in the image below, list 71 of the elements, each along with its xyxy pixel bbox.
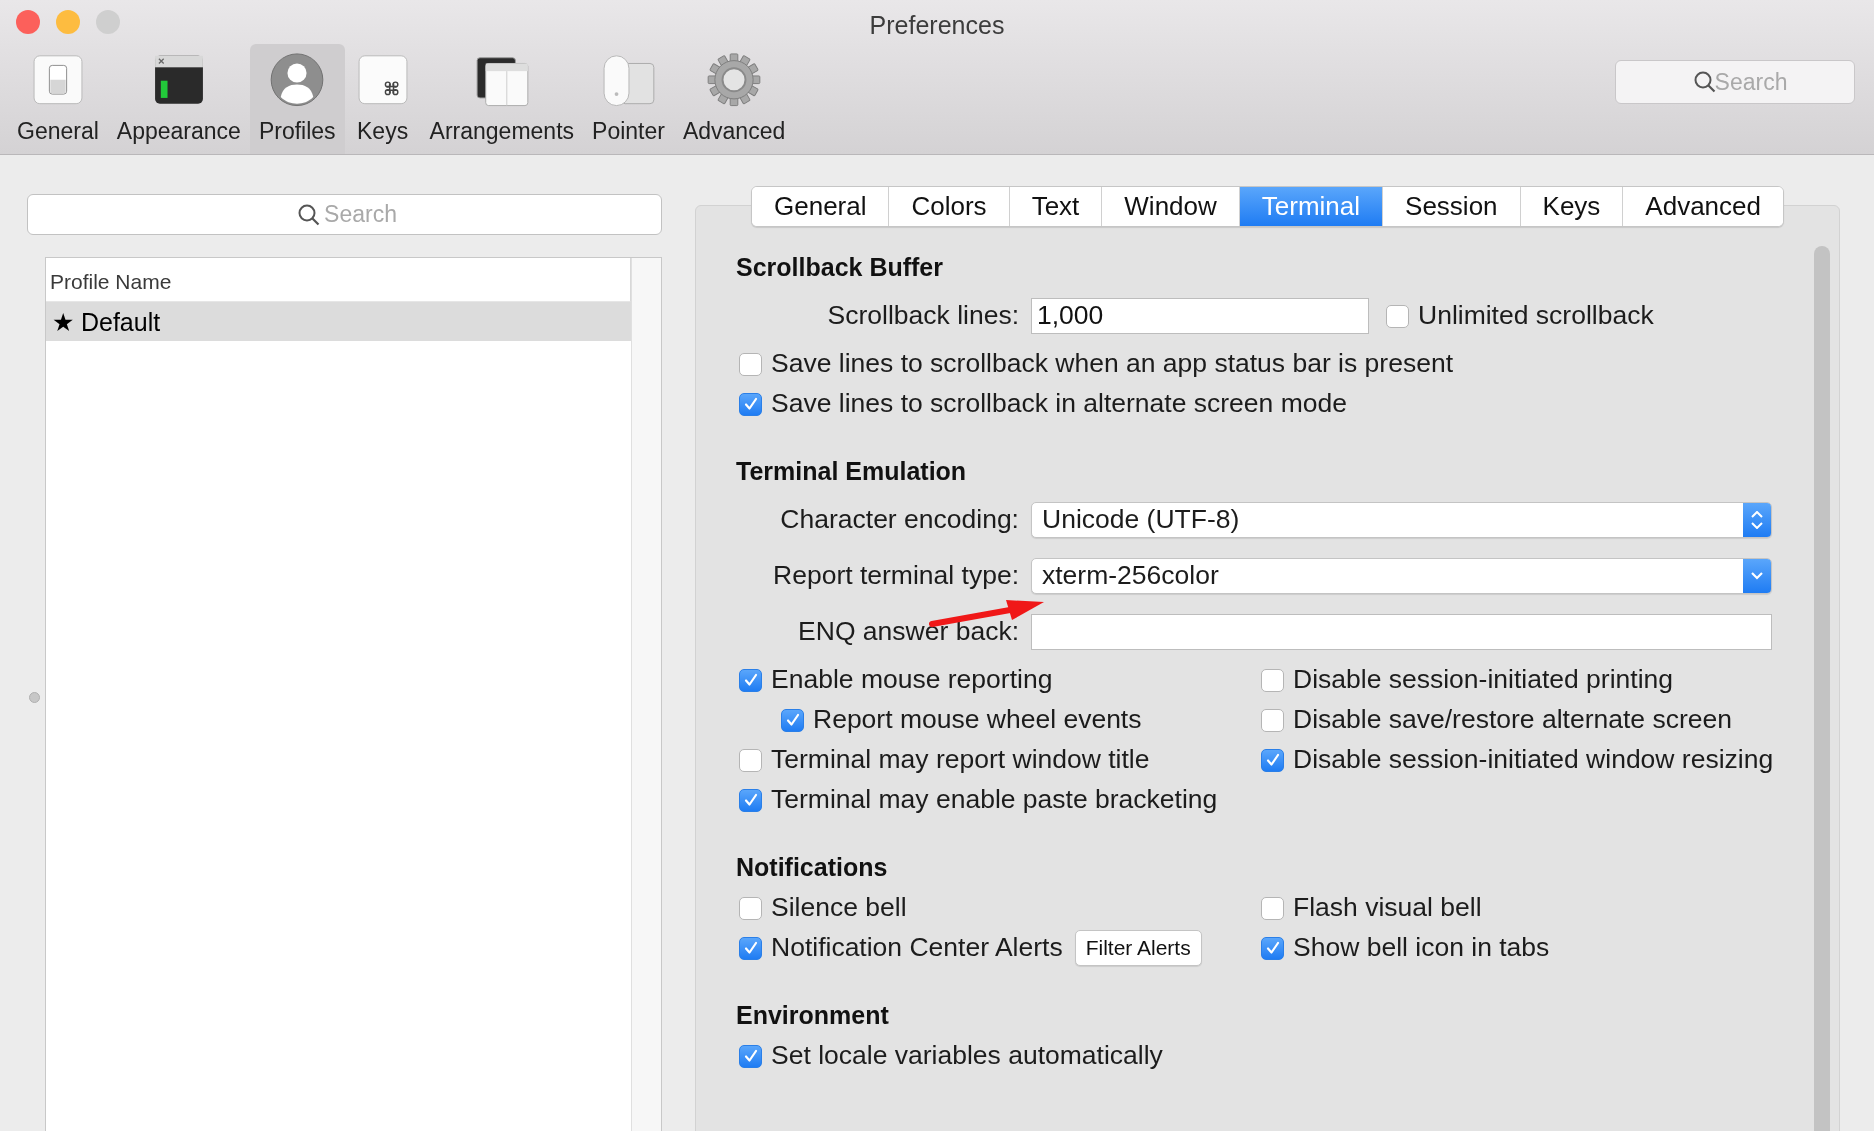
dropdown[interactable]: Unicode (UTF-8)	[1031, 502, 1772, 538]
field-label: Character encoding:	[779, 503, 1019, 537]
tab[interactable]: Advanced	[1623, 187, 1783, 226]
checkbox-label: Terminal may report window title	[771, 743, 1150, 777]
checkbox[interactable]	[739, 668, 762, 692]
filter-alerts-button[interactable]: Filter Alerts	[1074, 930, 1202, 966]
checkbox-label: Unlimited scrollback	[1418, 299, 1654, 333]
chevron-down-icon	[1751, 572, 1763, 580]
minimize-button[interactable]	[56, 10, 80, 34]
tab[interactable]: General	[752, 187, 890, 226]
tab[interactable]: Session	[1383, 187, 1521, 226]
checkbox[interactable]	[1386, 304, 1409, 328]
scrollbar[interactable]	[631, 258, 661, 1131]
toolbar-tab[interactable]: Pointer	[583, 44, 674, 154]
close-button[interactable]	[16, 10, 40, 34]
checkbox-label: Notification Center Alerts	[771, 931, 1063, 965]
checkbox[interactable]	[1261, 936, 1284, 960]
section-heading: Environment	[736, 1000, 890, 1032]
checkbox-label: Show bell icon in tabs	[1293, 931, 1550, 965]
search-field[interactable]: Search	[1615, 60, 1855, 104]
section-heading: Terminal Emulation	[736, 456, 968, 488]
checkbox[interactable]	[739, 788, 762, 812]
toolbar-tab[interactable]: Appearance	[107, 44, 250, 154]
checkbox[interactable]	[1261, 896, 1284, 920]
tab[interactable]: Window	[1102, 187, 1240, 226]
section-heading: Notifications	[736, 852, 889, 884]
text-field[interactable]	[1031, 614, 1772, 650]
scrollbar[interactable]	[1814, 246, 1830, 1131]
text-field[interactable]: 1,000	[1031, 298, 1369, 334]
checkbox[interactable]	[1261, 668, 1284, 692]
toolbar-tab[interactable]: Keys	[344, 44, 421, 154]
checkbox-label: Report mouse wheel events	[813, 703, 1142, 737]
checkbox-label: Enable mouse reporting	[771, 663, 1053, 697]
field-label: Report terminal type:	[772, 559, 1019, 593]
profile-row[interactable]: ★ Default	[46, 302, 631, 341]
checkbox-label: Silence bell	[771, 891, 907, 925]
split-handle[interactable]	[29, 692, 40, 703]
toolbar-tab[interactable]: Profiles	[249, 44, 345, 154]
window-title: Preferences	[869, 11, 1005, 39]
checkbox[interactable]	[739, 1044, 762, 1068]
toolbar-tab[interactable]: Advanced	[673, 44, 795, 154]
section-heading: Scrollback Buffer	[736, 252, 944, 284]
search-field[interactable]: Search	[27, 194, 662, 235]
checkbox-label: Set locale variables automatically	[771, 1039, 1163, 1073]
checkbox-label: Save lines to scrollback when an app status bar is present	[771, 347, 1453, 381]
checkbox-label: Terminal may enable paste bracketing	[771, 783, 1218, 817]
checkbox[interactable]	[781, 708, 804, 732]
checkbox[interactable]	[739, 896, 762, 920]
field-label: ENQ answer back:	[797, 615, 1019, 649]
checkbox-label: Disable session-initiated window resizing	[1293, 743, 1774, 777]
checkbox[interactable]	[739, 392, 762, 416]
zoom-button[interactable]	[96, 10, 120, 34]
tab[interactable]: Keys	[1520, 187, 1624, 226]
checkbox[interactable]	[1261, 708, 1284, 732]
search-icon	[1693, 70, 1717, 94]
checkbox[interactable]	[739, 748, 762, 772]
dropdown[interactable]: xterm-256color	[1031, 558, 1772, 594]
tab[interactable]: Text	[1009, 187, 1103, 226]
field-label: Scrollback lines:	[826, 299, 1019, 333]
toolbar-tab[interactable]: General	[8, 44, 108, 154]
checkbox-label: Disable save/restore alternate screen	[1293, 703, 1732, 737]
tab[interactable]: Colors	[889, 187, 1010, 226]
checkbox[interactable]	[739, 352, 762, 376]
checkbox-label: Disable session-initiated printing	[1293, 663, 1674, 697]
checkbox-label: Flash visual bell	[1293, 891, 1482, 925]
toolbar-tab[interactable]: Arrangements	[420, 44, 584, 154]
checkbox[interactable]	[1261, 748, 1284, 772]
checkbox-label: Save lines to scrollback in alternate screen mode	[771, 387, 1347, 421]
checkbox[interactable]	[739, 936, 762, 960]
stepper-arrows-icon	[1751, 511, 1763, 529]
search-icon	[297, 202, 321, 227]
